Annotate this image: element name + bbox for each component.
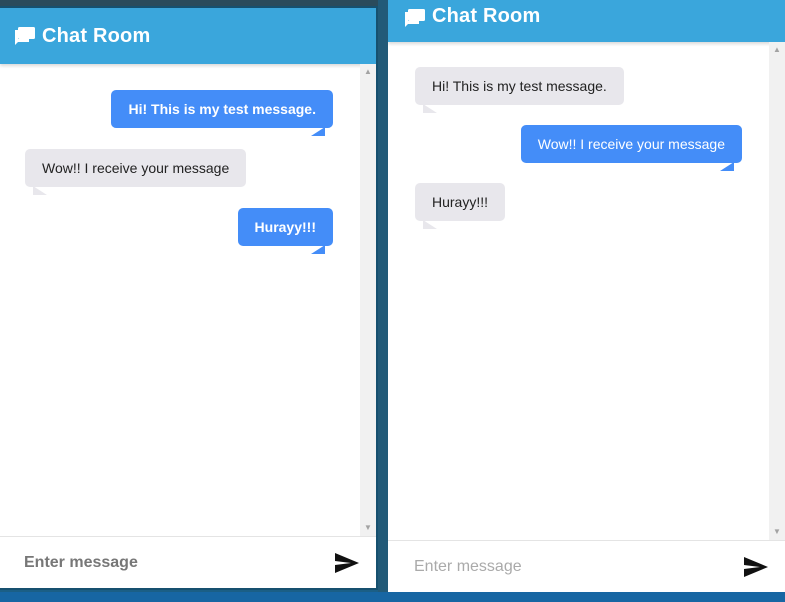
message-bubble-sent: Hurayy!!! xyxy=(237,208,333,246)
message-bubble-sent: Wow!! I receive your message xyxy=(520,125,742,163)
background-window-strip xyxy=(0,0,380,8)
send-icon xyxy=(335,553,359,573)
vertical-scrollbar[interactable]: ▲ ▼ xyxy=(769,42,785,540)
vertical-scrollbar[interactable]: ▲ ▼ xyxy=(360,64,376,536)
message-composer xyxy=(0,536,376,588)
message-input[interactable] xyxy=(22,553,332,573)
taskbar-strip xyxy=(0,592,785,602)
chat-header: Chat Room xyxy=(388,0,785,42)
chat-window-right: Chat Room Hi! This is my test message. W… xyxy=(388,0,785,594)
send-icon xyxy=(744,557,768,577)
message-bubble-sent: Hi! This is my test message. xyxy=(111,90,333,128)
chat-header: Chat Room xyxy=(0,8,376,64)
message-list: Hi! This is my test message. Wow!! I rec… xyxy=(0,64,360,536)
desktop-gap xyxy=(378,0,388,602)
chat-title: Chat Room xyxy=(42,24,151,47)
chat-window-left: Chat Room Hi! This is my test message. W… xyxy=(0,8,376,588)
chat-bubbles-icon xyxy=(14,26,36,46)
scroll-up-arrow-icon[interactable]: ▲ xyxy=(769,42,785,58)
scroll-down-arrow-icon[interactable]: ▼ xyxy=(360,520,376,536)
scroll-up-arrow-icon[interactable]: ▲ xyxy=(360,64,376,80)
send-button[interactable] xyxy=(332,548,362,578)
message-composer xyxy=(388,540,785,593)
message-input[interactable] xyxy=(412,557,741,577)
message-bubble-received: Wow!! I receive your message xyxy=(25,149,247,187)
scroll-down-arrow-icon[interactable]: ▼ xyxy=(769,524,785,540)
message-bubble-received: Hurayy!!! xyxy=(415,183,506,221)
message-list: Hi! This is my test message. Wow!! I rec… xyxy=(388,42,769,540)
chat-bubbles-icon xyxy=(404,8,426,28)
send-button[interactable] xyxy=(741,552,771,582)
message-bubble-received: Hi! This is my test message. xyxy=(415,67,624,105)
chat-title: Chat Room xyxy=(432,5,541,27)
